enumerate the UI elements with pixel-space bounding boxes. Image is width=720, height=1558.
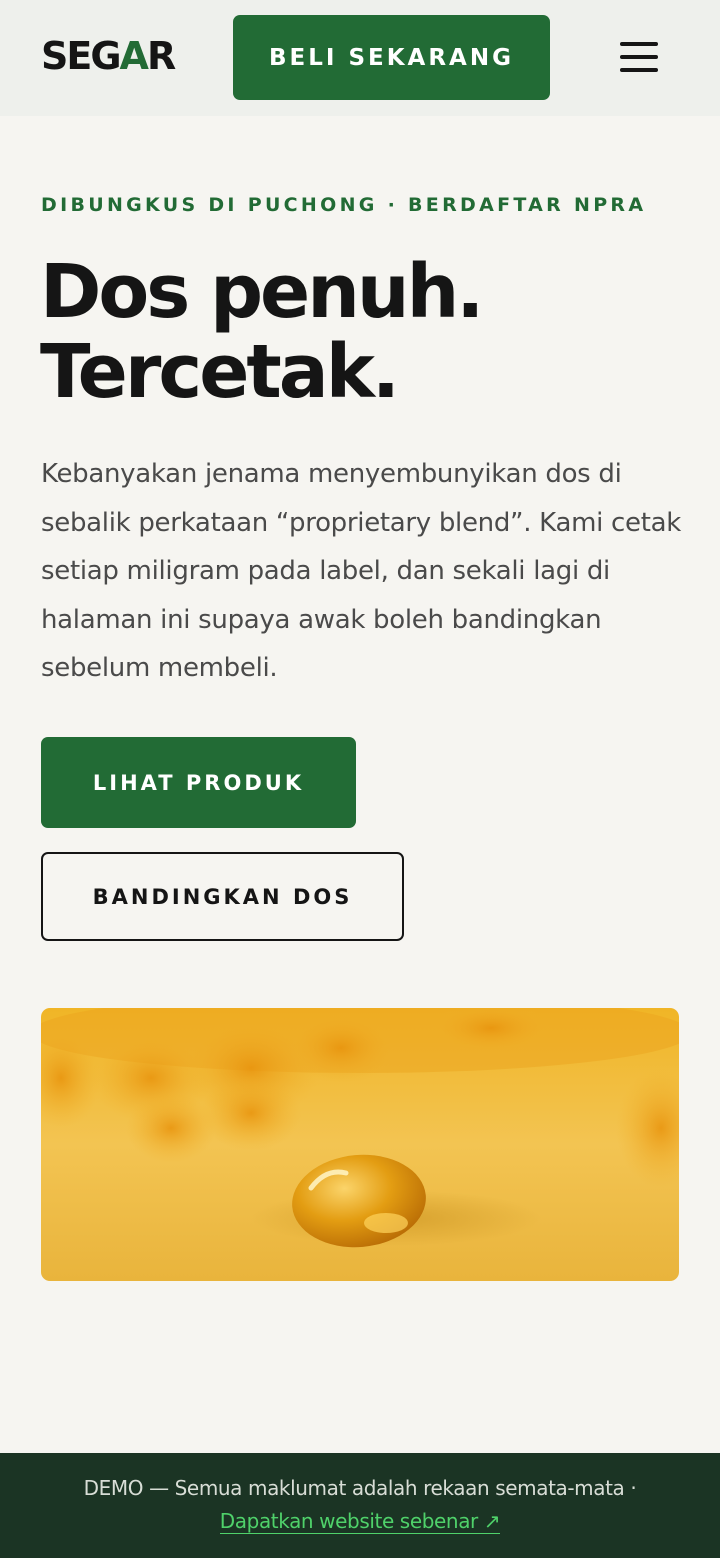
compare-doses-button[interactable]: BANDINGKAN DOS (41, 852, 404, 941)
hamburger-menu-icon[interactable] (612, 30, 666, 84)
headline-line-1: Dos penuh. (40, 249, 484, 335)
logo-text-end: R (146, 34, 176, 78)
hero-intro: Kebanyakan jenama menyembunyikan dos di … (41, 459, 681, 683)
menu-bar (620, 42, 658, 46)
hero-headline: Dos penuh. Tercetak. (40, 252, 690, 412)
view-products-button[interactable]: LIHAT PRODUK (41, 737, 356, 828)
softgel-capsules-image (41, 1008, 679, 1281)
logo[interactable]: SEGAR (41, 32, 176, 80)
buy-now-button[interactable]: BELI SEKARANG (233, 15, 550, 100)
logo-text-accent: A (119, 34, 149, 78)
hero-eyebrow: DIBUNGKUS DI PUCHONG · BERDAFTAR NPRA (41, 194, 647, 216)
top-header: SEGAR BELI SEKARANG (0, 0, 720, 116)
demo-disclaimer-text: DEMO — Semua maklumat adalah rekaan sema… (83, 1476, 637, 1500)
demo-link-wrapper: Dapatkan website sebenar ↗ (0, 1506, 720, 1536)
headline-line-2: Tercetak. (40, 329, 400, 415)
logo-text-start: SEG (41, 34, 122, 78)
menu-bar (620, 55, 658, 59)
get-real-website-link[interactable]: Dapatkan website sebenar ↗ (219, 1509, 501, 1534)
menu-bar (620, 68, 658, 72)
